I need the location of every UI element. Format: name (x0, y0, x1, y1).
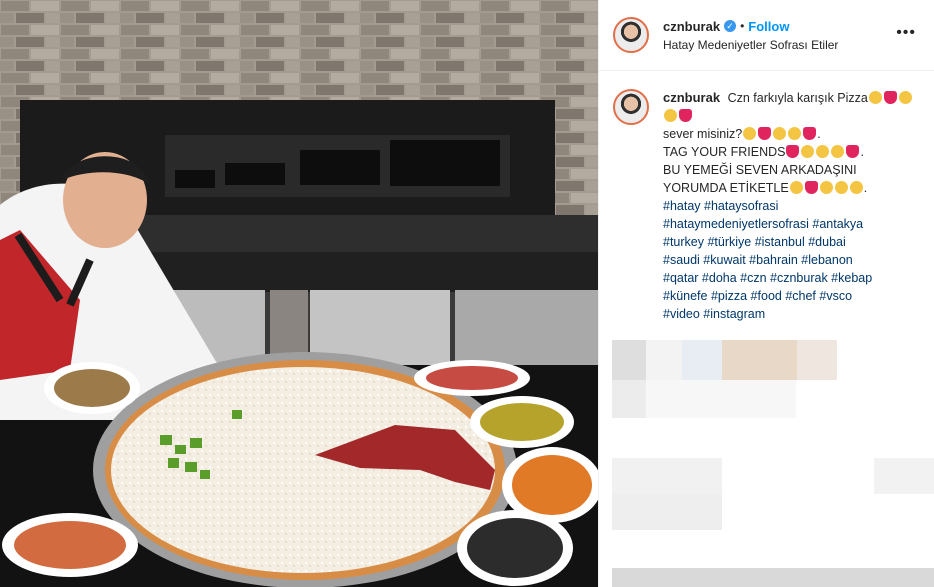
verified-badge-icon: ✓ (724, 20, 737, 32)
grin-emoji-icon (743, 127, 757, 140)
person-emoji-icon (831, 145, 845, 158)
caption-text: TAG YOUR FRIENDS (663, 145, 786, 159)
separator-dot: • (740, 19, 745, 33)
grin-emoji-icon (801, 145, 815, 158)
follow-button[interactable]: Follow (748, 19, 789, 34)
hashtag-line[interactable]: #hatay #hataysofrasi (663, 199, 778, 213)
person-emoji-icon (664, 109, 677, 122)
hashtag-line[interactable]: #hataymedeniyetlersofrasi #antakya (663, 217, 863, 231)
username-link[interactable]: cznburak (663, 19, 720, 34)
meat-emoji-icon (803, 127, 817, 140)
more-options-icon[interactable]: ••• (896, 24, 916, 42)
hashtag-line[interactable]: #turkey #türkiye #istanbul #dubai (663, 235, 846, 249)
caption-line: TAG YOUR FRIENDS. (663, 145, 864, 159)
heart-emoji-icon (786, 145, 800, 158)
smile-emoji-icon (819, 181, 833, 194)
post-header: cznburak ✓ • Follow Hatay Medeniyetler S… (599, 0, 934, 71)
hashtag-line[interactable]: #video #instagram (663, 307, 765, 321)
post-media[interactable] (0, 0, 598, 587)
meat-emoji-icon (846, 145, 860, 158)
person-emoji-icon (849, 181, 863, 194)
hashtag-line[interactable]: #qatar #doha #czn #cznburak #kebap (663, 271, 872, 285)
caption-line: YORUMDA ETİKETLE. (663, 181, 868, 195)
hashtag-line[interactable]: #künefe #pizza #food #chef #vsco (663, 289, 852, 303)
caption: cznburak Czn farkıyla karışık Pizza seve… (599, 71, 934, 323)
smile-emoji-icon (898, 91, 912, 104)
smile-emoji-icon (834, 181, 848, 194)
hashtag-line[interactable]: #saudi #kuwait #bahrain #lebanon (663, 253, 853, 267)
caption-text: sever misiniz? (663, 127, 743, 141)
caption-line: sever misiniz?. (663, 127, 821, 141)
caption-text: YORUMDA ETİKETLE (663, 181, 789, 195)
avatar[interactable] (613, 17, 649, 53)
heart-emoji-icon (804, 181, 818, 194)
smile-emoji-icon (816, 145, 830, 158)
post-image (0, 0, 598, 587)
grin-emoji-icon (868, 91, 882, 104)
location-link[interactable]: Hatay Medeniyetler Sofrası Etiler (663, 38, 838, 52)
heart-emoji-icon (883, 91, 897, 104)
caption-line: cznburak Czn farkıyla karışık Pizza (663, 89, 913, 125)
hashtags: #hatay #hataysofrasi #hataymedeniyetlers… (663, 197, 913, 323)
caption-text: Czn farkıyla karışık Pizza (727, 91, 868, 105)
caption-avatar[interactable] (613, 89, 649, 125)
grin-emoji-icon (789, 181, 803, 194)
meat-emoji-icon (679, 109, 692, 122)
heart-emoji-icon (758, 127, 772, 140)
person-emoji-icon (788, 127, 802, 140)
smile-emoji-icon (773, 127, 787, 140)
blurred-comments (612, 340, 934, 587)
caption-line: BU YEMEĞİ SEVEN ARKADAŞINI (663, 163, 857, 177)
caption-username-link[interactable]: cznburak (663, 90, 720, 105)
